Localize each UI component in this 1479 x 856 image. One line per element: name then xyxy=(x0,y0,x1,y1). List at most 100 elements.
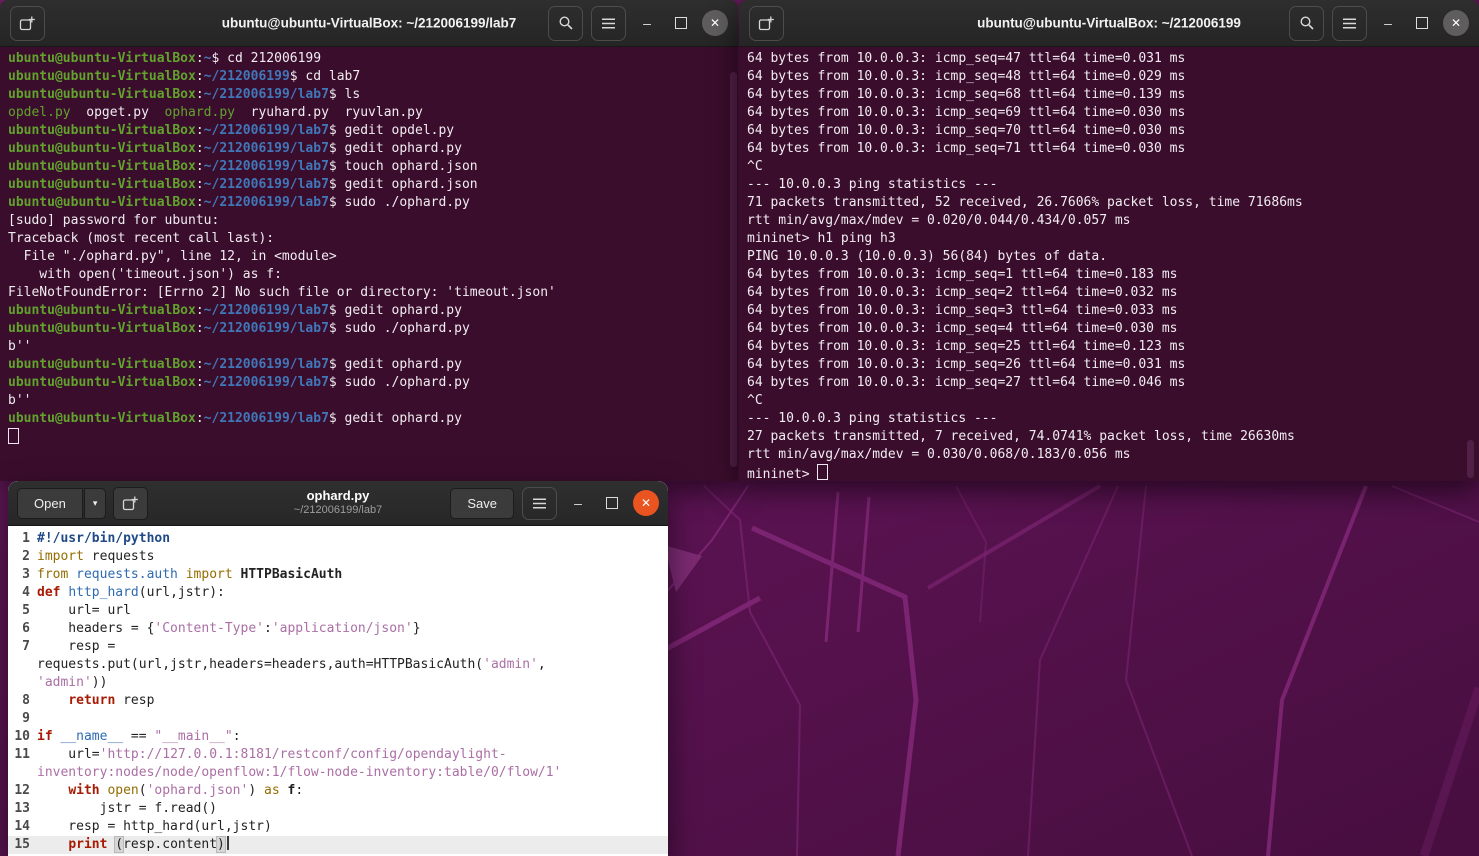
terminal-line: ubuntu@ubuntu-VirtualBox:~/212006199/lab… xyxy=(8,411,462,426)
menu-button[interactable] xyxy=(1332,5,1367,41)
menu-button[interactable] xyxy=(522,486,557,520)
terminal-left-scrollbar[interactable] xyxy=(730,72,737,467)
minimize-icon: – xyxy=(574,495,582,511)
code-line: 13 jstr = f.read() xyxy=(8,800,668,818)
document-title: ophard.py xyxy=(306,488,370,503)
minimize-icon: – xyxy=(1384,15,1392,31)
terminal-line: 27 packets transmitted, 7 received, 74.0… xyxy=(747,429,1295,444)
terminal-line: ubuntu@ubuntu-VirtualBox:~/212006199/lab… xyxy=(8,357,462,372)
new-document-icon xyxy=(123,496,139,510)
terminal-left-output[interactable]: ubuntu@ubuntu-VirtualBox:~$ cd 212006199… xyxy=(0,47,738,483)
maximize-icon xyxy=(606,497,618,509)
minimize-icon: – xyxy=(643,15,651,31)
new-tab-icon xyxy=(758,16,774,30)
line-number: 9 xyxy=(22,711,30,726)
terminal-line: 64 bytes from 10.0.0.3: icmp_seq=27 ttl=… xyxy=(747,375,1186,390)
maximize-button[interactable] xyxy=(668,10,694,36)
code-line: 10 if __name__ == "__main__": xyxy=(8,728,668,746)
text-caret xyxy=(226,836,229,850)
terminal-cursor xyxy=(8,428,19,444)
terminal-line: 64 bytes from 10.0.0.3: icmp_seq=71 ttl=… xyxy=(747,141,1186,156)
minimize-button[interactable]: – xyxy=(1375,10,1401,36)
terminal-line: ubuntu@ubuntu-VirtualBox:~/212006199/lab… xyxy=(8,87,361,102)
new-tab-button[interactable] xyxy=(749,5,784,41)
terminal-right-scrollbar[interactable] xyxy=(1467,440,1474,478)
terminal-line: 64 bytes from 10.0.0.3: icmp_seq=2 ttl=6… xyxy=(747,285,1178,300)
editor-code-area[interactable]: 1 #!/usr/bin/python 2 import requests 3 from … xyxy=(8,526,668,856)
save-button[interactable]: Save xyxy=(450,487,514,519)
terminal-line: rtt min/avg/max/mdev = 0.020/0.044/0.434… xyxy=(747,213,1131,228)
terminal-line: 64 bytes from 10.0.0.3: icmp_seq=25 ttl=… xyxy=(747,339,1186,354)
open-dropdown-button[interactable]: ▾ xyxy=(83,487,107,519)
terminal-line: rtt min/avg/max/mdev = 0.030/0.068/0.183… xyxy=(747,447,1131,462)
line-number: 10 xyxy=(14,729,30,744)
close-icon: ✕ xyxy=(640,496,652,510)
line-number xyxy=(8,674,37,692)
line-number: 4 xyxy=(22,585,30,600)
terminal-line: ubuntu@ubuntu-VirtualBox:~/212006199/lab… xyxy=(8,159,478,174)
line-number xyxy=(8,764,37,782)
terminal-line: PING 10.0.0.3 (10.0.0.3) 56(84) bytes of… xyxy=(747,249,1108,264)
code-line: 1 #!/usr/bin/python xyxy=(8,530,668,548)
line-number: 1 xyxy=(22,531,30,546)
minimize-button[interactable]: – xyxy=(565,490,591,516)
hamburger-menu-icon xyxy=(1343,17,1356,29)
terminal-line: ^C xyxy=(747,393,763,408)
terminal-line: 64 bytes from 10.0.0.3: icmp_seq=68 ttl=… xyxy=(747,87,1186,102)
code-line: 4 def http_hard(url,jstr): xyxy=(8,584,668,602)
line-number: 8 xyxy=(22,693,30,708)
terminal-line: ubuntu@ubuntu-VirtualBox:~/212006199$ cd… xyxy=(8,69,361,84)
close-button[interactable]: ✕ xyxy=(1443,10,1469,36)
terminal-line: FileNotFoundError: [Errno 2] No such fil… xyxy=(8,285,556,300)
terminal-line: b'' xyxy=(8,339,32,354)
terminal-line: ubuntu@ubuntu-VirtualBox:~/212006199/lab… xyxy=(8,303,462,318)
new-document-button[interactable] xyxy=(113,486,149,520)
dropdown-caret-icon: ▾ xyxy=(92,497,98,508)
minimize-button[interactable]: – xyxy=(634,10,660,36)
terminal-line: 64 bytes from 10.0.0.3: icmp_seq=4 ttl=6… xyxy=(747,321,1178,336)
document-path: ~/212006199/lab7 xyxy=(293,504,383,517)
close-button[interactable]: ✕ xyxy=(702,10,728,36)
search-button[interactable] xyxy=(548,5,583,41)
new-tab-button[interactable] xyxy=(10,5,45,41)
terminal-line xyxy=(8,428,730,446)
terminal-left-titlebar: ubuntu@ubuntu-VirtualBox: ~/212006199/la… xyxy=(0,0,738,47)
terminal-line: [sudo] password for ubuntu: xyxy=(8,213,220,228)
code-line: 11 url='http://127.0.0.1:8181/restconf/c… xyxy=(8,746,668,764)
close-button[interactable]: ✕ xyxy=(633,490,659,516)
close-icon: ✕ xyxy=(709,16,721,30)
window-title: ubuntu@ubuntu-VirtualBox: ~/212006199/la… xyxy=(221,15,517,31)
line-number: 5 xyxy=(22,603,30,618)
code-line: 14 resp = http_hard(url,jstr) xyxy=(8,818,668,836)
gedit-headerbar: Open ▾ ophard.py ~/212006199/lab7 Save –… xyxy=(8,481,668,526)
maximize-button[interactable] xyxy=(1409,10,1435,36)
terminal-line: 64 bytes from 10.0.0.3: icmp_seq=26 ttl=… xyxy=(747,357,1186,372)
terminal-line: mininet> h1 ping h3 xyxy=(747,231,896,246)
terminal-line: ubuntu@ubuntu-VirtualBox:~$ cd 212006199 xyxy=(8,51,322,66)
terminal-window-right: ubuntu@ubuntu-VirtualBox: ~/212006199 – … xyxy=(739,0,1479,483)
terminal-line: ubuntu@ubuntu-VirtualBox:~/212006199/lab… xyxy=(8,321,470,336)
line-number: 7 xyxy=(22,639,30,654)
terminal-line: ubuntu@ubuntu-VirtualBox:~/212006199/lab… xyxy=(8,141,462,156)
code-line: 6 headers = {'Content-Type':'application… xyxy=(8,620,668,638)
terminal-line: File "./ophard.py", line 12, in <module> xyxy=(8,249,337,264)
gedit-window: Open ▾ ophard.py ~/212006199/lab7 Save –… xyxy=(8,481,668,856)
terminal-line: opdel.py opget.py ophard.py ryuhard.py r… xyxy=(8,105,423,120)
maximize-button[interactable] xyxy=(599,490,625,516)
menu-button[interactable] xyxy=(591,5,626,41)
line-number xyxy=(8,656,37,674)
line-number: 11 xyxy=(14,747,30,762)
terminal-line: ^C xyxy=(747,159,763,174)
terminal-line: ubuntu@ubuntu-VirtualBox:~/212006199/lab… xyxy=(8,177,478,192)
terminal-line: ubuntu@ubuntu-VirtualBox:~/212006199/lab… xyxy=(8,375,470,390)
terminal-line: --- 10.0.0.3 ping statistics --- xyxy=(747,177,998,192)
open-button[interactable]: Open xyxy=(17,487,83,519)
terminal-line: 64 bytes from 10.0.0.3: icmp_seq=69 ttl=… xyxy=(747,105,1186,120)
code-line: 12 with open('ophard.json') as f: xyxy=(8,782,668,800)
terminal-right-output[interactable]: 64 bytes from 10.0.0.3: icmp_seq=47 ttl=… xyxy=(739,47,1479,483)
maximize-icon xyxy=(1416,17,1428,29)
search-button[interactable] xyxy=(1289,5,1324,41)
code-line: 7 resp = xyxy=(8,638,668,656)
line-number: 14 xyxy=(14,819,30,834)
terminal-cursor xyxy=(817,464,829,480)
